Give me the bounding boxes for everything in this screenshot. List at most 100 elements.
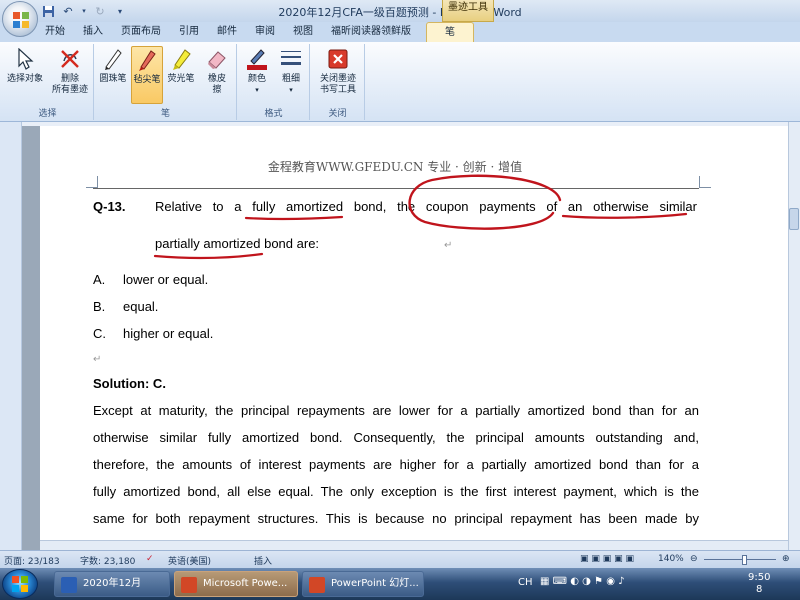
close-ink-tools-button[interactable]: 关闭墨迹 书写工具 (315, 46, 361, 96)
taskbar-word-label: 2020年12月CFA... (83, 578, 142, 589)
option-letter-c: C. (93, 326, 106, 341)
close-icon (326, 46, 350, 72)
ballpoint-pen-label: 圆珠笔 (99, 74, 127, 84)
pen-group: 圆珠笔 毡尖笔 荧光笔 橡皮 擦 笔 (95, 44, 237, 120)
input-language[interactable]: CH (518, 577, 533, 588)
format-group-label: 格式 (264, 109, 283, 119)
clock-time[interactable]: 9:50 (748, 572, 770, 583)
tab-review[interactable]: 审阅 (246, 22, 284, 42)
close-group: 关闭墨迹 书写工具 关闭 (311, 44, 365, 120)
solution-heading: Solution: C. (93, 376, 166, 391)
window-title: 2020年12月CFA一级百题预测 - Microsoft Word (278, 6, 522, 19)
eraser-label-2: 擦 (212, 85, 222, 95)
tab-home[interactable]: 开始 (36, 22, 74, 42)
pen-thickness-button[interactable]: 粗细 ▾ (276, 46, 306, 96)
select-group: 选择对象 删除 所有墨迹 选择 (2, 44, 94, 120)
question-line-1: Relative to a fully amortized bond, the … (155, 199, 697, 214)
eraser-icon (205, 46, 229, 72)
tab-foxit-reader[interactable]: 福昕阅读器领鲜版 (322, 22, 420, 42)
zoom-slider-thumb[interactable] (742, 555, 747, 565)
felt-tip-pen-button[interactable]: 毡尖笔 (131, 46, 163, 104)
taskbar-slideshow-label: PowerPoint 幻灯... (331, 578, 419, 589)
language-indicator[interactable]: 英语(美国) (168, 554, 211, 567)
zoom-slider[interactable] (704, 559, 776, 560)
ballpoint-pen-icon (101, 46, 125, 72)
taskbar-word-document[interactable]: 2020年12月CFA... (54, 571, 170, 597)
powerpoint-app-icon (181, 577, 197, 593)
word-app-icon (61, 577, 77, 593)
ribbon-tabs: 开始 插入 页面布局 引用 邮件 审阅 视图 福昕阅读器领鲜版 笔 (0, 22, 800, 42)
status-bar: 页面: 23/183 字数: 23,180 ✓ 英语(美国) 插入 ▣ ▣ ▣ … (0, 550, 800, 568)
close-ink-label-1: 关闭墨迹 (319, 74, 356, 84)
select-objects-button[interactable]: 选择对象 (4, 46, 46, 85)
question-number: Q-13. (93, 199, 126, 214)
windows-logo-icon (12, 576, 28, 592)
word-count[interactable]: 字数: 23,180 (80, 554, 135, 567)
close-group-label: 关闭 (328, 109, 347, 119)
highlighter-label: 荧光笔 (167, 74, 195, 84)
delete-ink-label-1: 删除 (60, 74, 79, 84)
zoom-level[interactable]: 140% (658, 554, 684, 564)
pen-group-label: 笔 (160, 109, 170, 119)
eraser-label-1: 橡皮 (207, 74, 226, 84)
option-letter-a: A. (93, 272, 106, 287)
pen-color-dropdown-icon[interactable]: ▾ (255, 86, 259, 94)
margin-mark (86, 176, 98, 188)
view-buttons[interactable]: ▣ ▣ ▣ ▣ ▣ (580, 554, 634, 564)
felt-tip-pen-label: 毡尖笔 (133, 75, 161, 85)
page-header: 金程教育WWW.GFEDU.CN 专业 · 创新 · 增值 (267, 160, 523, 174)
tab-references[interactable]: 引用 (170, 22, 208, 42)
insert-mode[interactable]: 插入 (254, 554, 272, 567)
taskbar-powerpoint-slideshow[interactable]: PowerPoint 幻灯... (302, 571, 424, 597)
solution-line-5: same for both repayment structures. This… (93, 511, 699, 526)
tab-page-layout[interactable]: 页面布局 (112, 22, 170, 42)
option-text-b: equal. (123, 299, 159, 314)
tab-pen[interactable]: 笔 (426, 22, 474, 42)
highlighter-icon (169, 46, 193, 72)
format-group: 颜色 ▾ 粗细 ▾ 格式 (238, 44, 310, 120)
ink-tools-context-label: 墨迹工具 (442, 0, 494, 22)
delete-ink-icon (58, 46, 82, 72)
eraser-button[interactable]: 橡皮 擦 (201, 46, 233, 96)
start-button[interactable] (2, 569, 38, 599)
pen-color-label: 颜色 (247, 74, 266, 84)
vertical-ruler (0, 122, 22, 550)
margin-mark (699, 176, 711, 188)
question-line-2: partially amortized bond are: (155, 236, 320, 251)
ribbon: 选择对象 删除 所有墨迹 选择 圆珠笔 毡尖笔 荧光笔 橡皮 擦 笔 颜色 ▾ … (0, 42, 800, 122)
paragraph-mark: ↵ (93, 354, 102, 365)
office-button[interactable] (2, 1, 38, 37)
option-letter-b: B. (93, 299, 106, 314)
ballpoint-pen-button[interactable]: 圆珠笔 (97, 46, 129, 85)
zoom-out-icon[interactable]: ⊖ (690, 554, 698, 564)
line-thickness-icon (279, 46, 303, 72)
zoom-in-icon[interactable]: ⊕ (782, 554, 790, 564)
page-count[interactable]: 页面: 23/183 (4, 554, 60, 567)
office-logo-icon (13, 12, 29, 28)
pen-color-button[interactable]: 颜色 ▾ (242, 46, 272, 96)
solution-line-2: otherwise similar fully amortized bond. … (93, 430, 699, 445)
pen-thickness-label: 粗细 (281, 74, 300, 84)
horizontal-scrollbar[interactable] (40, 540, 788, 550)
vertical-scrollbar[interactable] (788, 122, 800, 550)
highlighter-button[interactable]: 荧光笔 (165, 46, 197, 85)
solution-line-3: therefore, the amounts of interest payme… (93, 457, 699, 472)
tab-view[interactable]: 视图 (284, 22, 322, 42)
powerpoint-slideshow-icon (309, 577, 325, 593)
delete-all-ink-button[interactable]: 删除 所有墨迹 (48, 46, 92, 96)
tab-insert[interactable]: 插入 (74, 22, 112, 42)
vertical-scroll-thumb[interactable] (789, 208, 799, 230)
clock-date[interactable]: 8 (756, 584, 762, 595)
taskbar-powerpoint[interactable]: Microsoft Powe... (174, 571, 298, 597)
ime-toolbar-icons[interactable]: ▦ ⌨ ◐ ◑ ⚑ ◉ ♪ (540, 576, 690, 587)
option-text-c: higher or equal. (123, 326, 214, 341)
proofing-icon[interactable]: ✓ (146, 554, 154, 564)
delete-ink-label-2: 所有墨迹 (51, 85, 88, 95)
pen-thickness-dropdown-icon[interactable]: ▾ (289, 86, 293, 94)
option-text-a: lower or equal. (123, 272, 209, 287)
felt-tip-pen-icon (135, 47, 159, 73)
tab-mailings[interactable]: 邮件 (208, 22, 246, 42)
solution-line-1: Except at maturity, the principal repaym… (93, 403, 699, 418)
pen-color-icon (245, 46, 269, 72)
solution-line-4: fully amortized bond, all else equal. Th… (93, 484, 699, 499)
